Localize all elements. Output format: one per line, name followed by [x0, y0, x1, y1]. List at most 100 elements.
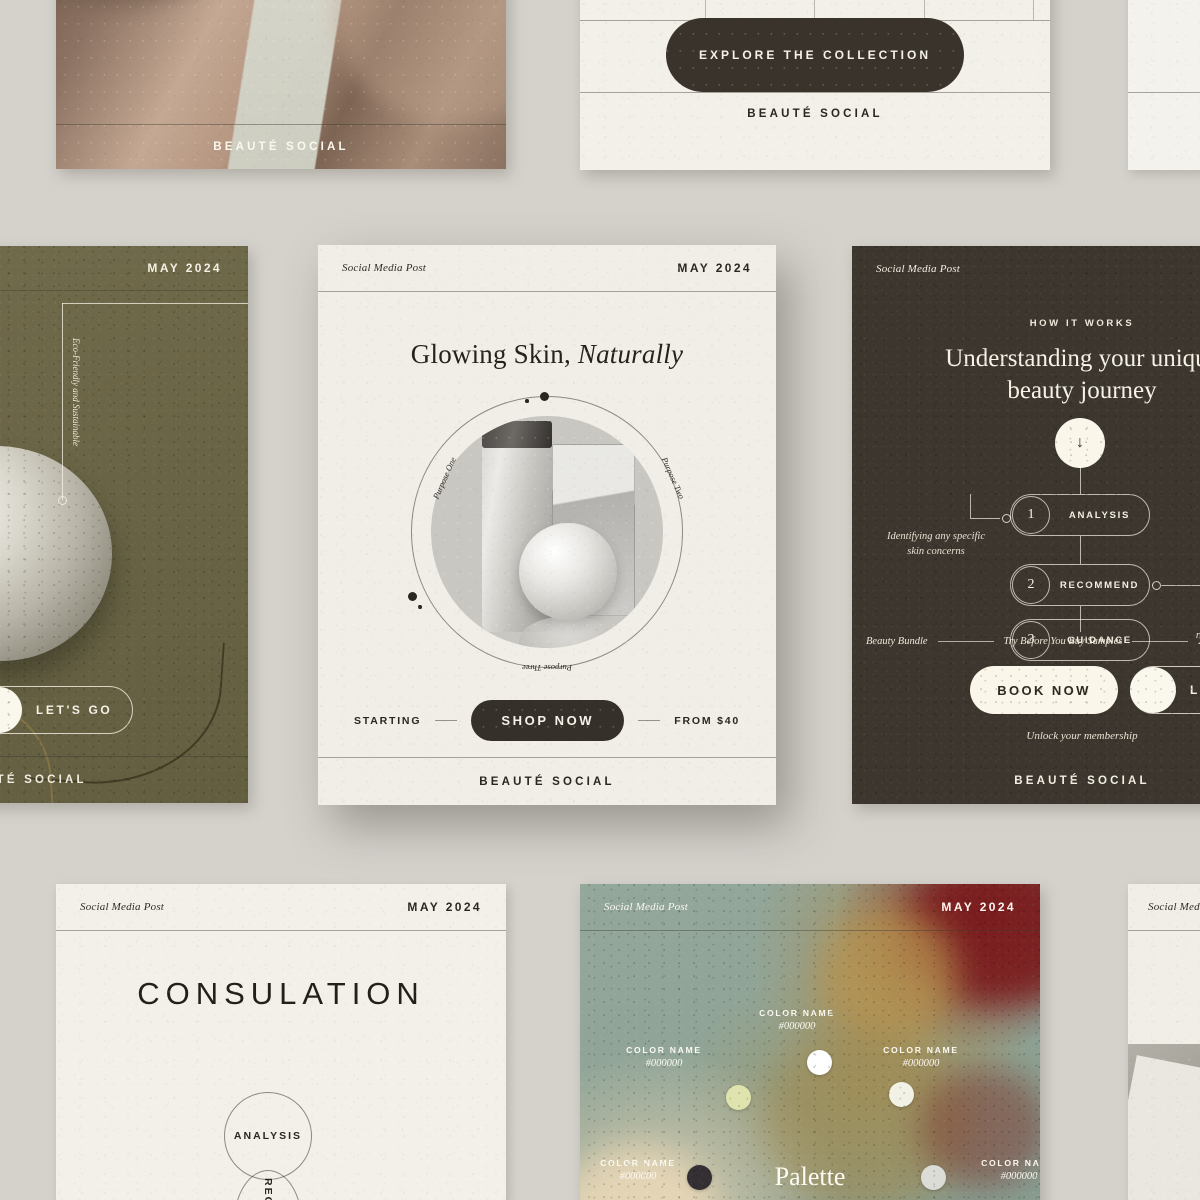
flow-node-recommend[interactable]: RECOMMEND — [234, 1170, 302, 1200]
arc-label-purpose-three: Purpose Three — [522, 663, 572, 673]
leader-left-dot — [1002, 514, 1011, 523]
chain-rule-2 — [1132, 641, 1189, 642]
header-kicker: Social Media Post — [342, 262, 427, 274]
card-hero-glowing-skin[interactable]: Social Media Post MAY 2024 Glowing Skin,… — [318, 245, 776, 805]
card-bottom-right-partial[interactable]: Social Media Post — [1128, 884, 1200, 1200]
header-kicker: Social Media Post — [1148, 901, 1200, 913]
card-footer: BEAUTÉ SOCIAL — [580, 92, 1050, 136]
swatch-name: COLOR NAME — [883, 1045, 959, 1055]
explore-collection-button[interactable]: EXPLORE THE COLLECTION — [666, 18, 964, 92]
card-palette[interactable]: Social Media Post MAY 2024 COLOR NAME #0… — [580, 884, 1040, 1200]
table-column-empty — [923, 0, 1034, 20]
connector-1 — [1080, 536, 1081, 564]
swatch-label-3: COLOR NAME #000000 — [856, 1045, 986, 1069]
swatch-name: COLOR NAME — [626, 1045, 702, 1055]
table-column: for its calming and anti-inflammatory be… — [814, 0, 924, 20]
eyebrow-label: HOW IT WORKS — [1029, 318, 1135, 329]
connector-0 — [1080, 468, 1081, 494]
card-olive-product[interactable]: Eco-Friendly and Sustainable Innovation … — [0, 246, 248, 803]
photo-shape-b — [335, 0, 506, 124]
leader-right-horiz — [1161, 585, 1200, 586]
title-line-1: Understanding your unique — [945, 345, 1200, 372]
product-bulb-image — [0, 446, 112, 661]
swatch-name: COLOR NAME — [759, 1008, 835, 1018]
card-footer: BEAUTÉ SOCIAL — [318, 758, 776, 805]
book-now-button[interactable]: BOOK NOW — [970, 666, 1118, 714]
header-kicker: Social Media Post — [80, 901, 165, 913]
header-kicker: Social Media Post — [876, 263, 961, 275]
card-header: Social Media Post — [852, 246, 1200, 292]
lets-go-button[interactable]: LET'S GO — [1130, 666, 1200, 714]
header-date: MAY 2024 — [677, 261, 752, 275]
price-rule-right — [638, 720, 661, 721]
shop-now-button[interactable]: SHOP NOW — [471, 700, 625, 741]
card-header: Social Media Post MAY 2024 — [0, 246, 248, 290]
partial-photo — [1128, 1044, 1200, 1200]
swatch-dot-1[interactable] — [807, 1050, 832, 1075]
leader-right-dot — [1152, 581, 1161, 590]
card-ingredient-table[interactable]: antioxidant that is often used in skinca… — [580, 0, 1050, 170]
annotation-dot-a — [58, 496, 67, 505]
step-recommend[interactable]: 2 RECOMMEND — [1010, 564, 1150, 606]
header-divider — [580, 930, 1040, 931]
step-label: RECOMMEND — [1059, 579, 1140, 591]
header-date: MAY 2024 — [941, 900, 1016, 914]
header-divider — [56, 930, 506, 931]
table-column: antioxidant that is often used in skinca… — [596, 0, 705, 20]
page-title: Glowing Skin, Naturally — [318, 339, 776, 370]
header-date: MAY 2024 — [407, 900, 482, 914]
button-knob-icon — [1130, 667, 1176, 713]
step-number: 1 — [1012, 496, 1050, 534]
brand-label: BEAUTÉ SOCIAL — [213, 141, 349, 153]
step-analysis[interactable]: 1 ANALYSIS — [1010, 494, 1150, 536]
ingredient-table: antioxidant that is often used in skinca… — [596, 0, 1034, 20]
header-divider — [318, 291, 776, 292]
sphere-image — [519, 522, 617, 621]
presentation-board: BEAUTÉ SOCIAL antioxidant that is often … — [0, 0, 1200, 1200]
partial-photo-sheet — [1128, 1055, 1200, 1200]
card-skin-photo[interactable]: BEAUTÉ SOCIAL — [56, 0, 506, 169]
lets-go-button[interactable]: LET'S GO — [0, 686, 134, 734]
card-consultation[interactable]: Social Media Post MAY 2024 CONSULATION A… — [56, 884, 506, 1200]
button-knob-icon — [0, 687, 22, 733]
brand-label: BEAUTÉ SOCIAL — [747, 108, 883, 120]
leader-left-vert — [970, 494, 971, 518]
swatch-hex: #000000 — [902, 1058, 940, 1069]
card-header: Social Media Post MAY 2024 — [318, 245, 776, 291]
flow-node-recommend-label: RECOMMEND — [262, 1178, 274, 1200]
step-label: ANALYSIS — [1068, 509, 1131, 521]
membership-footnote: Unlock your membership — [1026, 730, 1138, 742]
note-left: Identifying any specific skin concerns — [887, 531, 985, 557]
pricing-row: STARTING SHOP NOW FROM $40 — [354, 700, 740, 741]
header-date: MAY 2024 — [147, 261, 222, 275]
card-footer: BEAUTÉ SOCIAL — [0, 757, 248, 803]
swatch-label-1: COLOR NAME #000000 — [732, 1008, 862, 1032]
swatch-dot-3[interactable] — [889, 1082, 914, 1107]
header-divider — [0, 290, 248, 291]
benefits-chain: Beauty Bundle Try Before You Buy Samples… — [866, 636, 1200, 647]
table-column: skincare products for its anti-inflammat… — [704, 0, 815, 20]
photo-shape-a — [56, 0, 227, 9]
lets-go-label: LET'S GO — [1190, 683, 1200, 697]
brand-label: BEAUTÉ SOCIAL — [1014, 774, 1150, 787]
card-header: Social Media Post MAY 2024 — [56, 884, 506, 930]
leader-left-horiz — [970, 518, 1000, 519]
header-kicker: Social Media Post — [604, 901, 689, 913]
palette-word: Palette — [774, 1162, 846, 1191]
annotation-label-eco: Eco-Friendly and Sustainable — [71, 338, 81, 446]
orbit-dot-top-small — [525, 399, 529, 403]
card-how-it-works[interactable]: Social Media Post HOW IT WORKS Understan… — [852, 246, 1200, 804]
card-top-right-partial[interactable] — [1128, 0, 1200, 170]
flow-node-analysis[interactable]: ANALYSIS — [224, 1092, 312, 1180]
brand-label: BEAUTÉ SOCIAL — [0, 774, 87, 786]
annotation-rule-top — [62, 303, 248, 304]
footer-divider — [1128, 92, 1200, 93]
annotation-rule-a — [62, 303, 63, 500]
title-line-2: beauty journey — [1007, 376, 1157, 404]
title-regular: Glowing Skin, — [410, 339, 578, 369]
orbit-dot-left — [408, 592, 417, 601]
swatch-dot-2[interactable] — [726, 1085, 751, 1110]
card-header: Social Media Post MAY 2024 — [580, 884, 1040, 930]
bottle-cap-image — [482, 420, 552, 449]
chain-item-1: Beauty Bundle — [866, 636, 928, 647]
